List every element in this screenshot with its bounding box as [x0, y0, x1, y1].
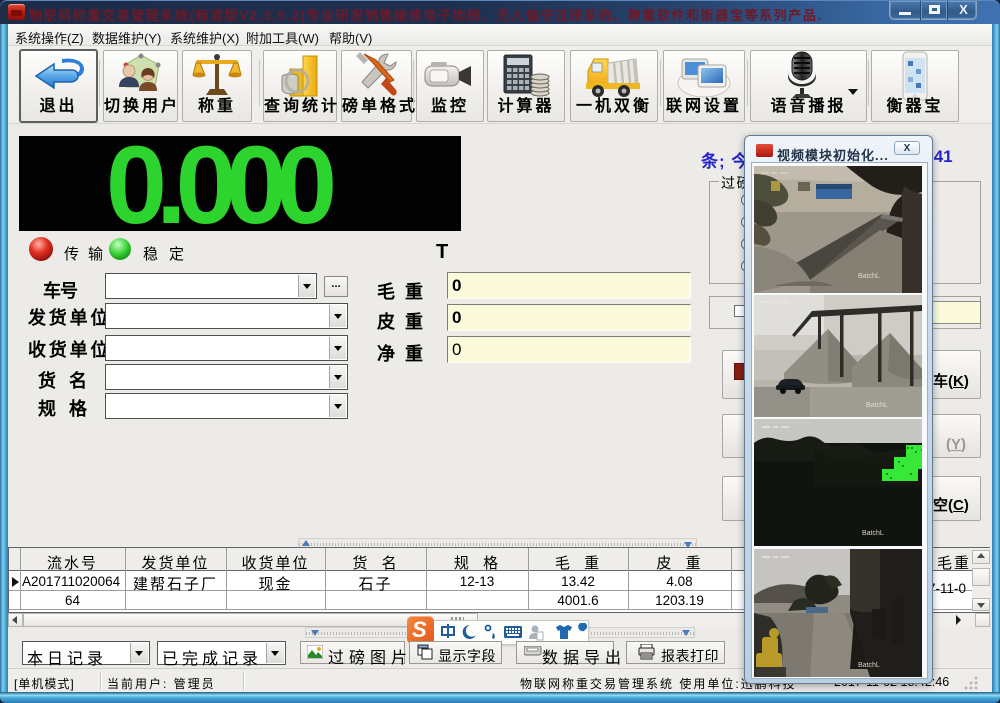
svg-text:BatchL: BatchL — [858, 273, 880, 280]
svg-text:BatchL: BatchL — [866, 402, 888, 409]
svg-text:BatchL: BatchL — [862, 530, 884, 537]
svg-text:BatchL: BatchL — [858, 662, 880, 669]
